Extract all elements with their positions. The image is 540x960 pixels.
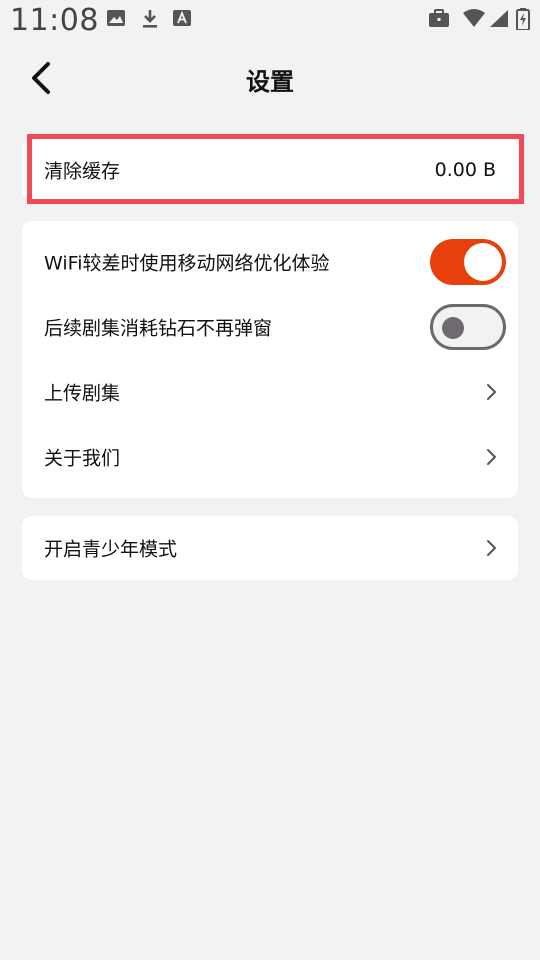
page-title: 设置 <box>246 68 294 96</box>
status-bar: 11:08 <box>0 0 540 44</box>
toggle-knob <box>442 316 464 339</box>
teen-mode-card: 开启青少年模式 <box>22 516 518 580</box>
teen-mode-row[interactable]: 开启青少年模式 <box>22 516 518 580</box>
signal-icon <box>488 8 510 32</box>
header: 设置 <box>0 50 540 110</box>
wifi-icon <box>462 8 486 32</box>
setting-row-upload[interactable]: 上传剧集 <box>22 359 518 424</box>
setting-row-about[interactable]: 关于我们 <box>22 424 518 489</box>
font-a-icon <box>172 8 192 32</box>
teen-mode-label: 开启青少年模式 <box>44 538 178 561</box>
wifi-optimize-toggle[interactable] <box>430 238 506 285</box>
toggle-knob <box>464 242 502 281</box>
chevron-right-icon <box>484 539 498 557</box>
settings-card: WiFi较差时使用移动网络优化体验 后续剧集消耗钻石不再弹窗 上传剧集 关于我们 <box>22 221 518 498</box>
battery-charging-icon <box>516 8 530 34</box>
chevron-right-icon <box>484 383 498 401</box>
briefcase-icon <box>428 8 450 32</box>
chevron-right-icon <box>484 448 498 466</box>
download-icon <box>140 8 160 34</box>
status-time: 11:08 <box>10 3 99 38</box>
cache-size-value: 0.00 B <box>434 158 496 181</box>
setting-row-wifi-optimize: WiFi较差时使用移动网络优化体验 <box>22 229 518 294</box>
no-popup-toggle[interactable] <box>430 303 506 350</box>
setting-label: 后续剧集消耗钻石不再弹窗 <box>44 317 273 339</box>
setting-row-no-popup: 后续剧集消耗钻石不再弹窗 <box>22 294 518 359</box>
image-icon <box>106 8 126 32</box>
setting-label: 上传剧集 <box>44 382 121 404</box>
setting-label: 关于我们 <box>44 447 121 469</box>
clear-cache-row[interactable]: 清除缓存 0.00 B <box>22 138 518 201</box>
setting-label: WiFi较差时使用移动网络优化体验 <box>44 252 330 274</box>
clear-cache-card: 清除缓存 0.00 B <box>22 138 518 201</box>
clear-cache-label: 清除缓存 <box>44 160 121 182</box>
